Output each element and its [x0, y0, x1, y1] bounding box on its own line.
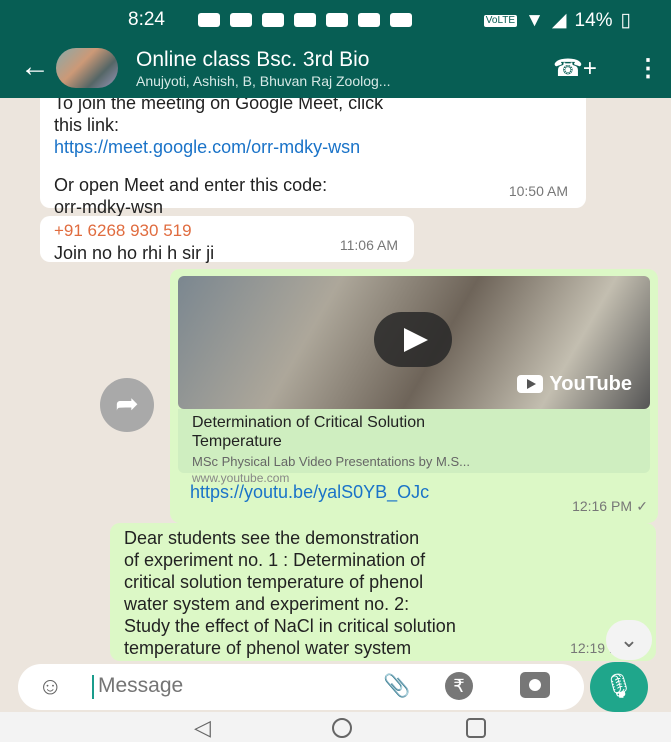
notification-youtube-icon: [230, 13, 252, 27]
preview-title: Determination of Critical Solution Tempe…: [192, 413, 425, 451]
notification-youtube-icon: [262, 13, 284, 27]
message-bubble-member[interactable]: +91 6268 930 519 Join no ho rhi h sir ji…: [40, 216, 414, 263]
chat-title[interactable]: Online class Bsc. 3rd Bio: [136, 48, 369, 72]
message-bubble-instructions[interactable]: Dear students see the demonstration of e…: [110, 523, 656, 661]
mic-icon[interactable]: 🎙: [590, 662, 648, 712]
notification-icons: [198, 13, 412, 27]
more-vert-icon[interactable]: ⋮: [636, 54, 660, 83]
text-caret: [92, 675, 94, 699]
message-text-line: Study the effect of NaCl in critical sol…: [124, 616, 456, 636]
signal-icon: ◢: [551, 10, 567, 31]
preview-title-line: Temperature: [192, 433, 282, 450]
message-input-bar: ☺ 📎 ₹: [18, 664, 584, 710]
scroll-down-icon[interactable]: ⌄: [606, 620, 652, 660]
camera-icon[interactable]: [520, 672, 550, 698]
notification-alert-icon: [198, 13, 220, 27]
battery-percent: 14%: [574, 9, 613, 31]
sent-check-icon: ✓: [636, 498, 648, 514]
group-avatar[interactable]: [56, 48, 118, 88]
chat-header: ← Online class Bsc. 3rd Bio Anujyoti, As…: [0, 40, 671, 98]
notification-youtube-icon: [294, 13, 316, 27]
status-right: VoLTE ▼ ◢ 14% ▯: [483, 9, 631, 32]
message-text-line: this link:: [54, 115, 120, 135]
video-thumbnail[interactable]: YouTube: [178, 276, 650, 409]
volte-icon: VoLTE: [483, 14, 518, 27]
message-text-line: Or open Meet and enter this code:: [54, 175, 328, 195]
notification-youtube-icon: [326, 13, 348, 27]
message-time: 12:16 PM: [572, 498, 632, 514]
emoji-icon[interactable]: ☺: [38, 673, 63, 701]
notification-youtube-icon: [390, 13, 412, 27]
link-preview-card[interactable]: Determination of Critical Solution Tempe…: [178, 409, 650, 485]
back-arrow-icon[interactable]: ←: [20, 52, 50, 82]
status-bar: 8:24 VoLTE ▼ ◢ 14% ▯: [0, 0, 671, 40]
message-text-line: orr-mdky-wsn: [54, 197, 164, 217]
play-icon[interactable]: [374, 312, 452, 367]
payment-icon[interactable]: ₹: [445, 672, 473, 700]
message-text-line: critical solution temperature of phenol: [124, 572, 424, 592]
add-call-icon[interactable]: ☎+: [553, 54, 597, 83]
message-input[interactable]: [96, 673, 350, 699]
youtube-badge-label: YouTube: [549, 373, 632, 395]
message-time: 10:50 AM: [508, 183, 568, 199]
message-bubble-meet-invite[interactable]: To join the meeting on Google Meet, clic…: [40, 98, 586, 217]
notification-youtube-icon: [358, 13, 380, 27]
message-time: 11:06 AM: [339, 237, 398, 253]
forward-icon[interactable]: ➦: [100, 378, 154, 432]
preview-title-line: Determination of Critical Solution: [192, 414, 425, 431]
nav-back-icon[interactable]: ◁: [194, 715, 211, 741]
attach-icon[interactable]: 📎: [383, 673, 410, 699]
chat-subtitle[interactable]: Anujyoti, Ashish, B, Bhuvan Raj Zoolog..…: [136, 73, 390, 89]
chat-area[interactable]: To join the meeting on Google Meet, clic…: [0, 98, 671, 664]
message-text-line: To join the meeting on Google Meet, clic…: [54, 98, 384, 113]
wifi-icon: ▼: [525, 9, 544, 31]
youtube-badge: YouTube: [517, 373, 632, 395]
message-text-line: of experiment no. 1 : Determination of: [124, 550, 426, 570]
youtube-logo-icon: [517, 375, 544, 393]
youtube-link[interactable]: https://youtu.be/yalS0YB_OJc: [190, 481, 429, 503]
message-bubble-youtube[interactable]: YouTube Determination of Critical Soluti…: [170, 269, 658, 523]
system-nav-bar: ◁: [0, 712, 671, 742]
meet-link[interactable]: https://meet.google.com/orr-mdky-wsn: [54, 136, 572, 158]
message-text-line: water system and experiment no. 2:: [124, 594, 410, 614]
message-text-line: temperature of phenol water system: [124, 638, 412, 658]
nav-recents-icon[interactable]: [466, 718, 486, 738]
status-time: 8:24: [128, 9, 165, 30]
nav-home-icon[interactable]: [332, 718, 352, 738]
battery-icon: ▯: [620, 10, 631, 31]
message-text-line: Dear students see the demonstration: [124, 528, 420, 548]
